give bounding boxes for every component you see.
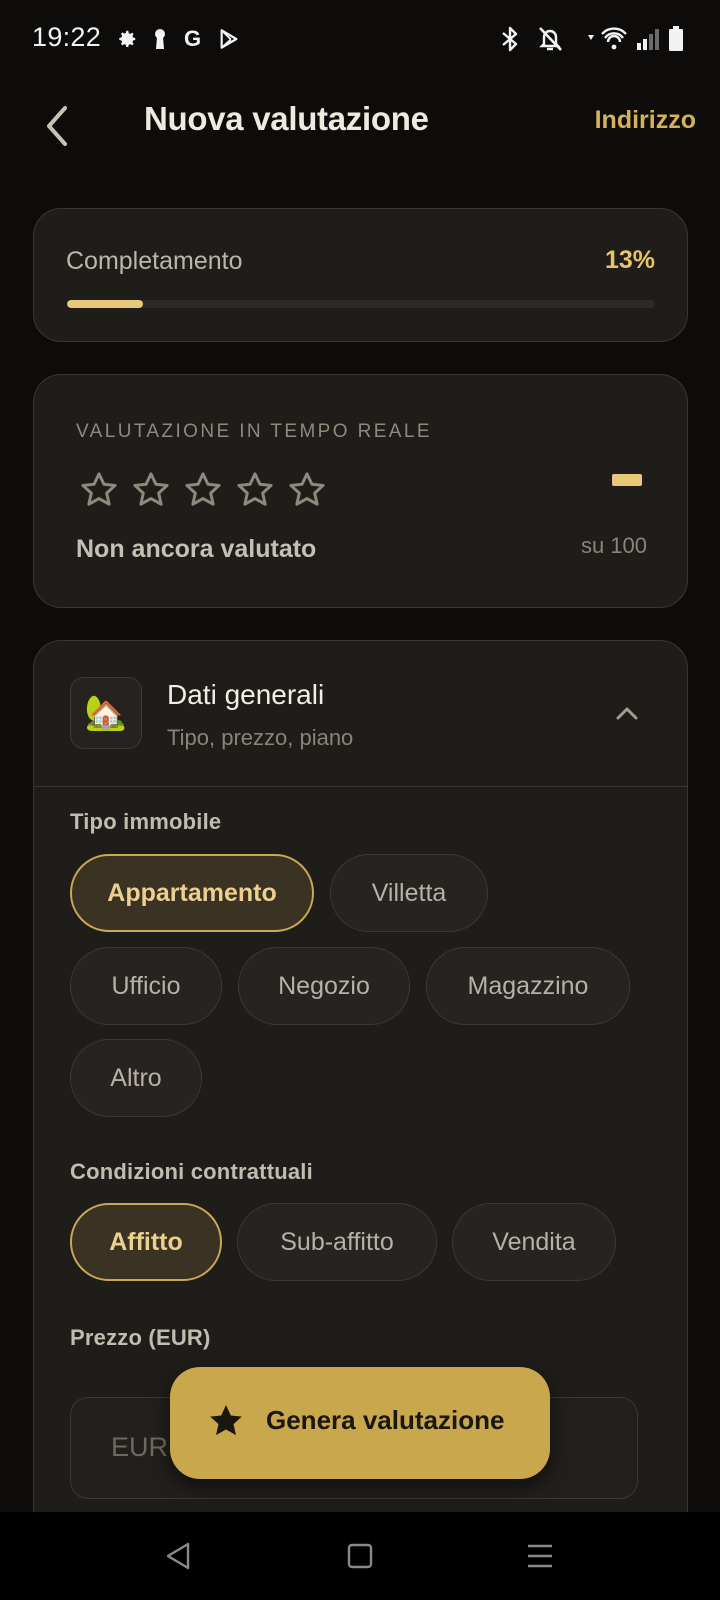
star-icon: [284, 467, 330, 513]
settings-icon: [116, 24, 138, 54]
section-title: Dati generali: [167, 679, 325, 710]
rating-status: Non ancora valutato: [76, 535, 317, 563]
nav-back-button[interactable]: [156, 1534, 200, 1578]
property-type-chip-villetta[interactable]: Villetta: [330, 854, 488, 932]
completion-label: Completamento: [66, 247, 243, 275]
menu-lines-icon: [528, 1544, 552, 1568]
completion-progress-bar: [67, 300, 655, 308]
play-store-icon: [218, 24, 240, 54]
bluetooth-icon: [500, 24, 520, 54]
signal-icon: [636, 24, 660, 54]
notifications-off-icon: [536, 24, 564, 54]
section-header[interactable]: 🏡 Dati generali Tipo, prezzo, piano: [34, 641, 687, 787]
triangle-back-icon: [166, 1542, 190, 1570]
star-icon: [128, 467, 174, 513]
star-icon: [232, 467, 278, 513]
score-suffix: su 100: [580, 533, 647, 558]
house-icon: 🏡: [70, 677, 142, 749]
property-type-chip-ufficio[interactable]: Ufficio: [70, 947, 222, 1025]
contract-chip-sub-affitto[interactable]: Sub-affitto: [237, 1203, 437, 1281]
star-rating: [76, 467, 330, 513]
square-home-icon: [347, 1543, 373, 1569]
generate-rating-label: Genera valutazione: [266, 1405, 505, 1435]
star-icon: [204, 1399, 248, 1443]
chevron-up-icon: [616, 707, 638, 720]
google-icon: G: [184, 24, 201, 54]
property-type-chip-magazzino[interactable]: Magazzino: [426, 947, 630, 1025]
app-bar: Nuova valutazione Indirizzo: [0, 80, 720, 180]
price-label: Prezzo (EUR): [70, 1325, 211, 1350]
completion-progress-fill: [67, 300, 144, 308]
wifi-icon: [588, 24, 632, 54]
chevron-left-icon: [47, 106, 67, 146]
property-type-label: Tipo immobile: [70, 809, 222, 834]
nav-home-button[interactable]: [338, 1534, 382, 1578]
battery-icon: [668, 24, 684, 54]
property-type-chip-appartamento[interactable]: Appartamento: [70, 854, 314, 932]
back-button[interactable]: [30, 98, 86, 154]
rating-caption: VALUTAZIONE IN TEMPO REALE: [76, 421, 432, 442]
completion-card: Completamento 13%: [33, 208, 688, 342]
section-subtitle: Tipo, prezzo, piano: [167, 725, 354, 750]
google-glyph: G: [184, 26, 202, 51]
score-value: –: [612, 474, 642, 486]
generate-rating-button[interactable]: Genera valutazione: [170, 1367, 550, 1479]
nav-menu-button[interactable]: [518, 1534, 562, 1578]
status-bar: 19:22 G: [0, 0, 720, 80]
completion-value: 13%: [604, 246, 655, 274]
address-button[interactable]: Indirizzo: [595, 106, 696, 135]
contract-chip-vendita[interactable]: Vendita: [452, 1203, 616, 1281]
star-icon: [76, 467, 122, 513]
keyhole-icon: [152, 24, 168, 54]
page-title: Nuova valutazione: [144, 100, 429, 137]
property-type-chip-altro[interactable]: Altro: [70, 1039, 202, 1117]
collapse-button[interactable]: [607, 693, 647, 733]
property-type-chip-negozio[interactable]: Negozio: [238, 947, 410, 1025]
status-time: 19:22: [32, 22, 102, 52]
star-icon: [180, 467, 226, 513]
contract-label: Condizioni contrattuali: [70, 1159, 313, 1184]
house-glyph: 🏡: [84, 694, 128, 732]
price-placeholder: EUR: [111, 1432, 169, 1462]
system-nav-bar: [0, 1512, 720, 1600]
realtime-rating-card: VALUTAZIONE IN TEMPO REALE Non ancora va…: [33, 374, 688, 608]
contract-chip-affitto[interactable]: Affitto: [70, 1203, 222, 1281]
